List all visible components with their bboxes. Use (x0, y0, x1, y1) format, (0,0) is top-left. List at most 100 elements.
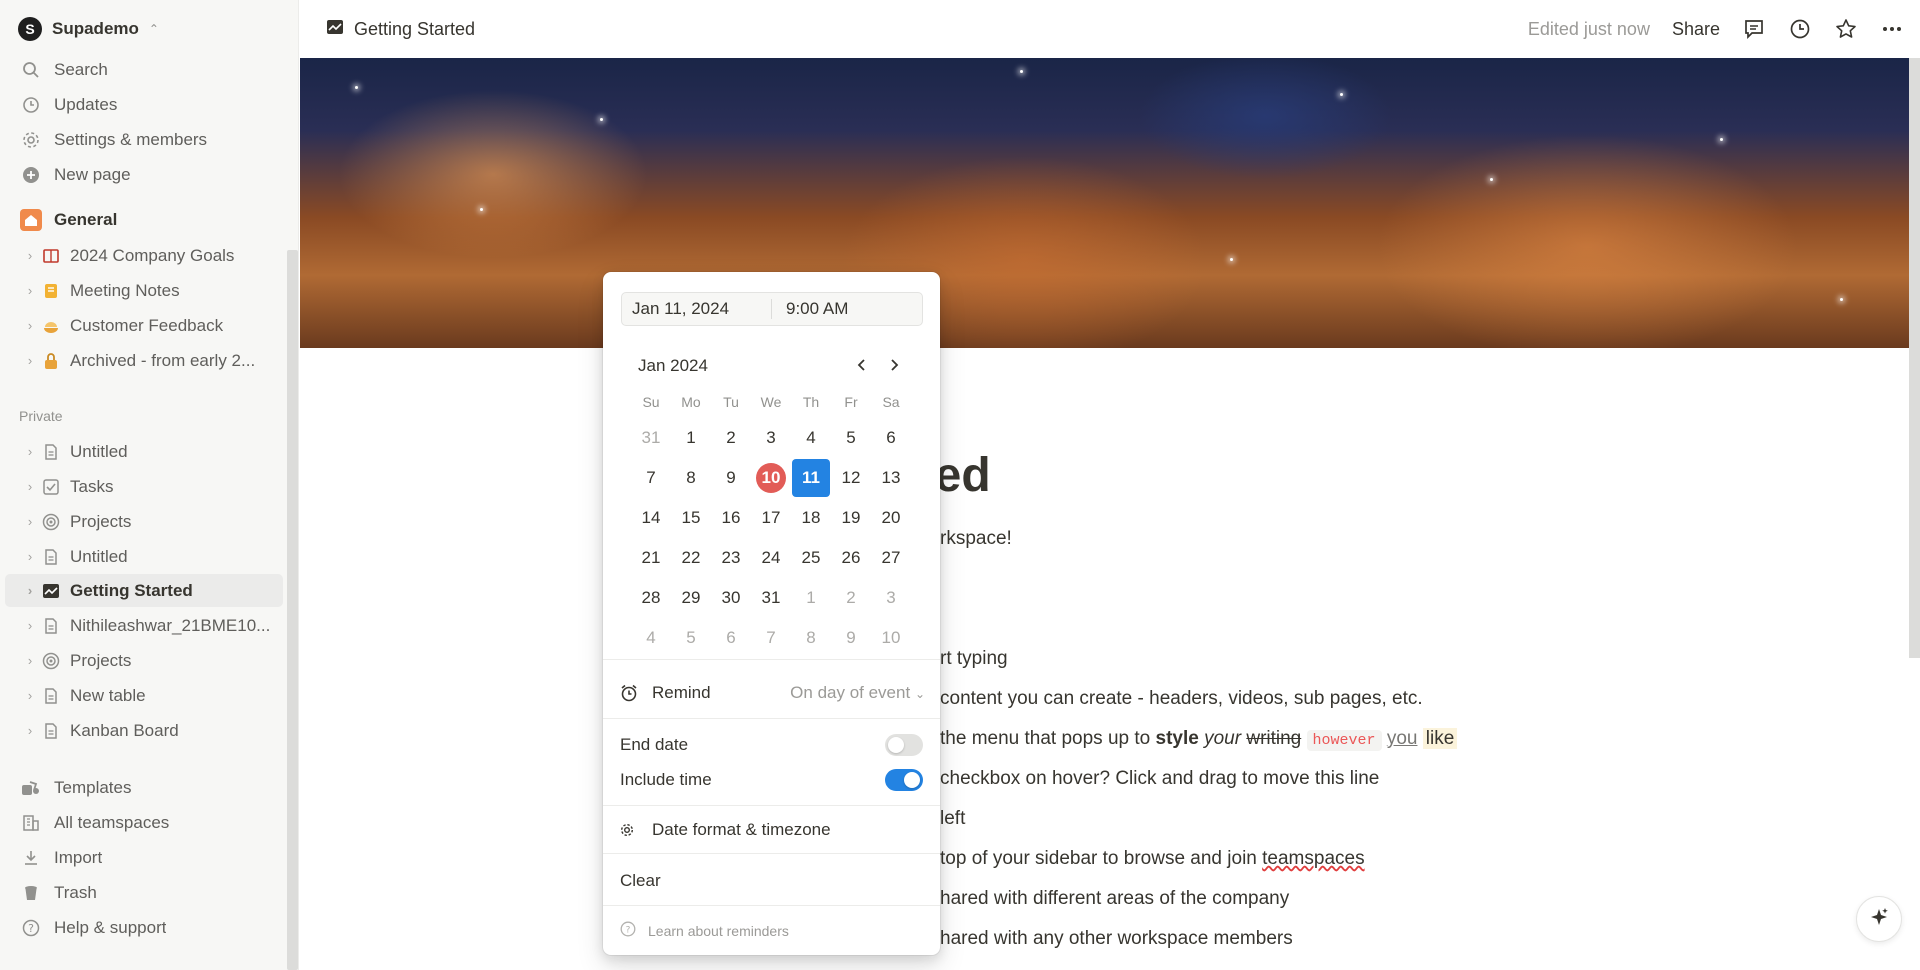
sidebar-item-templates[interactable]: Templates (5, 771, 283, 804)
calendar-day[interactable]: 2 (712, 419, 750, 457)
page-scrollbar[interactable] (1909, 58, 1920, 658)
chevron-right-icon[interactable]: › (20, 353, 40, 368)
calendar-day[interactable]: 13 (872, 459, 910, 497)
date-input[interactable]: Jan 11, 2024 (622, 299, 772, 319)
sidebar-item-help[interactable]: ? Help & support (5, 911, 283, 944)
calendar-day[interactable]: 22 (672, 539, 710, 577)
end-date-row[interactable]: End date (620, 732, 925, 758)
page-line-style[interactable]: the menu that pops up to style your writ… (940, 728, 1458, 751)
calendar-day[interactable]: 31 (632, 419, 670, 457)
chevron-right-icon[interactable]: › (20, 283, 40, 298)
sidebar-item-untitled[interactable]: › Untitled (5, 435, 283, 468)
include-time-toggle[interactable] (885, 769, 923, 791)
calendar-day[interactable]: 30 (712, 579, 750, 617)
calendar-day[interactable]: 8 (792, 619, 830, 657)
sidebar-item-getting-started[interactable]: › Getting Started (5, 574, 283, 607)
calendar-day[interactable]: 17 (752, 499, 790, 537)
sidebar-item-tasks[interactable]: › Tasks (5, 470, 283, 503)
prev-month-button[interactable] (851, 356, 873, 378)
calendar-day[interactable]: 26 (832, 539, 870, 577)
calendar-day[interactable]: 6 (872, 419, 910, 457)
sidebar-scrollbar[interactable] (287, 250, 298, 970)
ai-assistant-button[interactable] (1856, 896, 1902, 942)
chevron-right-icon[interactable]: › (20, 583, 40, 598)
date-format-row[interactable]: Date format & timezone (620, 817, 925, 843)
calendar-day[interactable]: 5 (672, 619, 710, 657)
sidebar-item-new-table[interactable]: › New table (5, 679, 283, 712)
time-input[interactable]: 9:00 AM (772, 299, 848, 319)
sidebar-item-projects[interactable]: › Projects (5, 505, 283, 538)
page-line[interactable]: content you can create - headers, videos… (940, 688, 1423, 710)
clear-button[interactable]: Clear (620, 868, 925, 894)
calendar-day[interactable]: 27 (872, 539, 910, 577)
calendar-day[interactable]: 24 (752, 539, 790, 577)
calendar-day[interactable]: 9 (832, 619, 870, 657)
calendar-day[interactable]: 21 (632, 539, 670, 577)
sidebar-item-company-goals[interactable]: › 2024 Company Goals (5, 239, 283, 272)
sidebar-item-new-page[interactable]: New page (5, 158, 283, 191)
calendar-day[interactable]: 23 (712, 539, 750, 577)
calendar-day[interactable]: 29 (672, 579, 710, 617)
cover-image[interactable] (300, 58, 1909, 348)
history-icon[interactable] (1788, 17, 1812, 41)
sidebar-item-nithileashwar[interactable]: › Nithileashwar_21BME10... (5, 609, 283, 642)
workspace-switcher[interactable]: S Supademo ⌃ (18, 15, 159, 43)
page-line[interactable]: left (940, 808, 965, 830)
calendar-day[interactable]: 6 (712, 619, 750, 657)
sidebar-item-meeting-notes[interactable]: › Meeting Notes (5, 274, 283, 307)
calendar-day[interactable]: 7 (752, 619, 790, 657)
page-line[interactable]: checkbox on hover? Click and drag to mov… (940, 768, 1379, 790)
calendar-day-today[interactable]: 10 (756, 463, 786, 493)
sidebar-teamspace-general[interactable]: General (5, 203, 283, 236)
calendar-day[interactable]: 18 (792, 499, 830, 537)
calendar-day[interactable]: 9 (712, 459, 750, 497)
calendar-day[interactable]: 31 (752, 579, 790, 617)
calendar-day[interactable]: 15 (672, 499, 710, 537)
calendar-day[interactable]: 14 (632, 499, 670, 537)
chevron-right-icon[interactable]: › (20, 688, 40, 703)
sidebar-item-trash[interactable]: Trash (5, 876, 283, 909)
comment-icon[interactable] (1742, 17, 1766, 41)
calendar-day[interactable]: 7 (632, 459, 670, 497)
sidebar-item-projects-2[interactable]: › Projects (5, 644, 283, 677)
page-line[interactable]: rt typing (940, 648, 1008, 670)
end-date-toggle[interactable] (885, 734, 923, 756)
page-line[interactable]: hared with any other workspace members (940, 928, 1293, 950)
calendar-day[interactable]: 10 (872, 619, 910, 657)
calendar-day[interactable]: 16 (712, 499, 750, 537)
next-month-button[interactable] (883, 356, 905, 378)
calendar-day-selected[interactable]: 11 (792, 459, 830, 497)
chevron-right-icon[interactable]: › (20, 514, 40, 529)
sidebar-item-archived[interactable]: › Archived - from early 2... (5, 344, 283, 377)
calendar-day[interactable]: 4 (792, 419, 830, 457)
sidebar-item-customer-feedback[interactable]: › Customer Feedback (5, 309, 283, 342)
chevron-right-icon[interactable]: › (20, 444, 40, 459)
calendar-day[interactable]: 19 (832, 499, 870, 537)
page-line[interactable]: hared with different areas of the compan… (940, 888, 1289, 910)
remind-row[interactable]: Remind On day of event ⌄ (620, 680, 925, 706)
calendar-day[interactable]: 12 (832, 459, 870, 497)
calendar-day[interactable]: 28 (632, 579, 670, 617)
calendar-day[interactable]: 4 (632, 619, 670, 657)
chevron-right-icon[interactable]: › (20, 318, 40, 333)
more-icon[interactable] (1880, 17, 1904, 41)
calendar-day[interactable]: 3 (752, 419, 790, 457)
chevron-right-icon[interactable]: › (20, 248, 40, 263)
calendar-day[interactable]: 5 (832, 419, 870, 457)
chevron-right-icon[interactable]: › (20, 618, 40, 633)
calendar-day[interactable]: 25 (792, 539, 830, 577)
share-button[interactable]: Share (1672, 19, 1720, 40)
calendar-day[interactable]: 3 (872, 579, 910, 617)
sidebar-item-kanban-board[interactable]: › Kanban Board (5, 714, 283, 747)
star-icon[interactable] (1834, 17, 1858, 41)
include-time-row[interactable]: Include time (620, 767, 925, 793)
chevron-right-icon[interactable]: › (20, 549, 40, 564)
sidebar-item-untitled-2[interactable]: › Untitled (5, 540, 283, 573)
sidebar-item-import[interactable]: Import (5, 841, 283, 874)
datetime-input[interactable]: Jan 11, 2024 9:00 AM (621, 292, 923, 326)
sidebar-item-search[interactable]: Search (5, 53, 283, 86)
sidebar-item-updates[interactable]: Updates (5, 88, 283, 121)
remind-select[interactable]: On day of event ⌄ (790, 683, 925, 703)
calendar-day[interactable]: 2 (832, 579, 870, 617)
sidebar-item-all-teamspaces[interactable]: All teamspaces (5, 806, 283, 839)
